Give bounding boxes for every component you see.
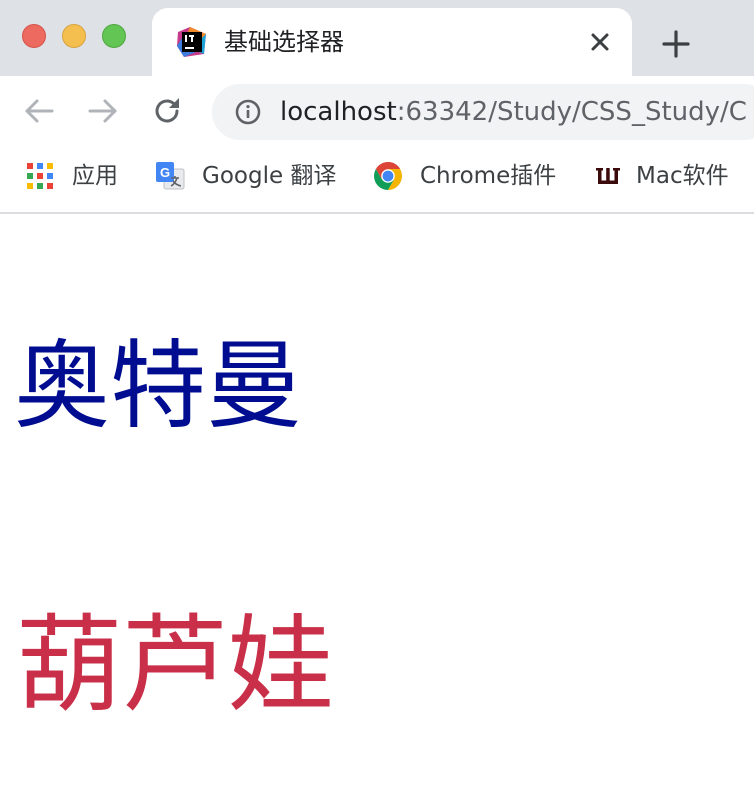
bookmark-apps[interactable]: 应用	[24, 160, 118, 192]
bookmarks-bar: 应用 G Google 翻译 Chrome插件 Mac软件	[0, 146, 754, 214]
page-content: 奥特曼 葫芦娃	[0, 214, 754, 800]
bookmark-chrome-plugins[interactable]: Chrome插件	[372, 160, 556, 192]
url-path: :63342/Study/CSS_Study/C	[396, 97, 747, 127]
window-maximize-button[interactable]	[102, 24, 126, 48]
apps-grid-icon	[27, 163, 53, 189]
intellij-favicon-icon	[177, 27, 206, 57]
tab-title: 基础选择器	[224, 28, 344, 56]
bookmark-label: 应用	[72, 163, 118, 189]
browser-tab-active[interactable]: 基础选择器	[152, 8, 632, 76]
bookmark-label: Google 翻译	[202, 163, 337, 189]
back-arrow-icon[interactable]	[22, 94, 56, 128]
window-close-button[interactable]	[22, 24, 46, 48]
bookmark-label: Chrome插件	[420, 163, 557, 189]
browser-toolbar: localhost:63342/Study/CSS_Study/C	[0, 76, 754, 146]
tab-strip: 基础选择器	[0, 0, 754, 76]
close-icon[interactable]	[586, 28, 614, 56]
info-icon[interactable]	[234, 98, 262, 126]
google-translate-icon: G	[156, 162, 185, 190]
bookmark-label: Mac软件	[636, 163, 729, 189]
forward-arrow-icon[interactable]	[86, 94, 120, 128]
url-host: localhost	[280, 97, 397, 127]
svg-text:G: G	[160, 165, 170, 180]
address-bar[interactable]: localhost:63342/Study/CSS_Study/C	[212, 84, 754, 140]
w-logo-icon	[596, 168, 620, 184]
chrome-icon	[374, 162, 402, 190]
heading-ultraman: 奥特曼	[14, 330, 302, 442]
heading-calabash-brothers: 葫芦娃	[16, 604, 334, 727]
window-minimize-button[interactable]	[62, 24, 86, 48]
bookmark-google-translate[interactable]: G Google 翻译	[154, 160, 336, 192]
url-text[interactable]: localhost:63342/Study/CSS_Study/C	[280, 96, 747, 128]
reload-icon[interactable]	[150, 94, 184, 128]
bookmark-mac-software[interactable]: Mac软件	[592, 160, 729, 192]
new-tab-plus-icon[interactable]	[658, 26, 694, 62]
